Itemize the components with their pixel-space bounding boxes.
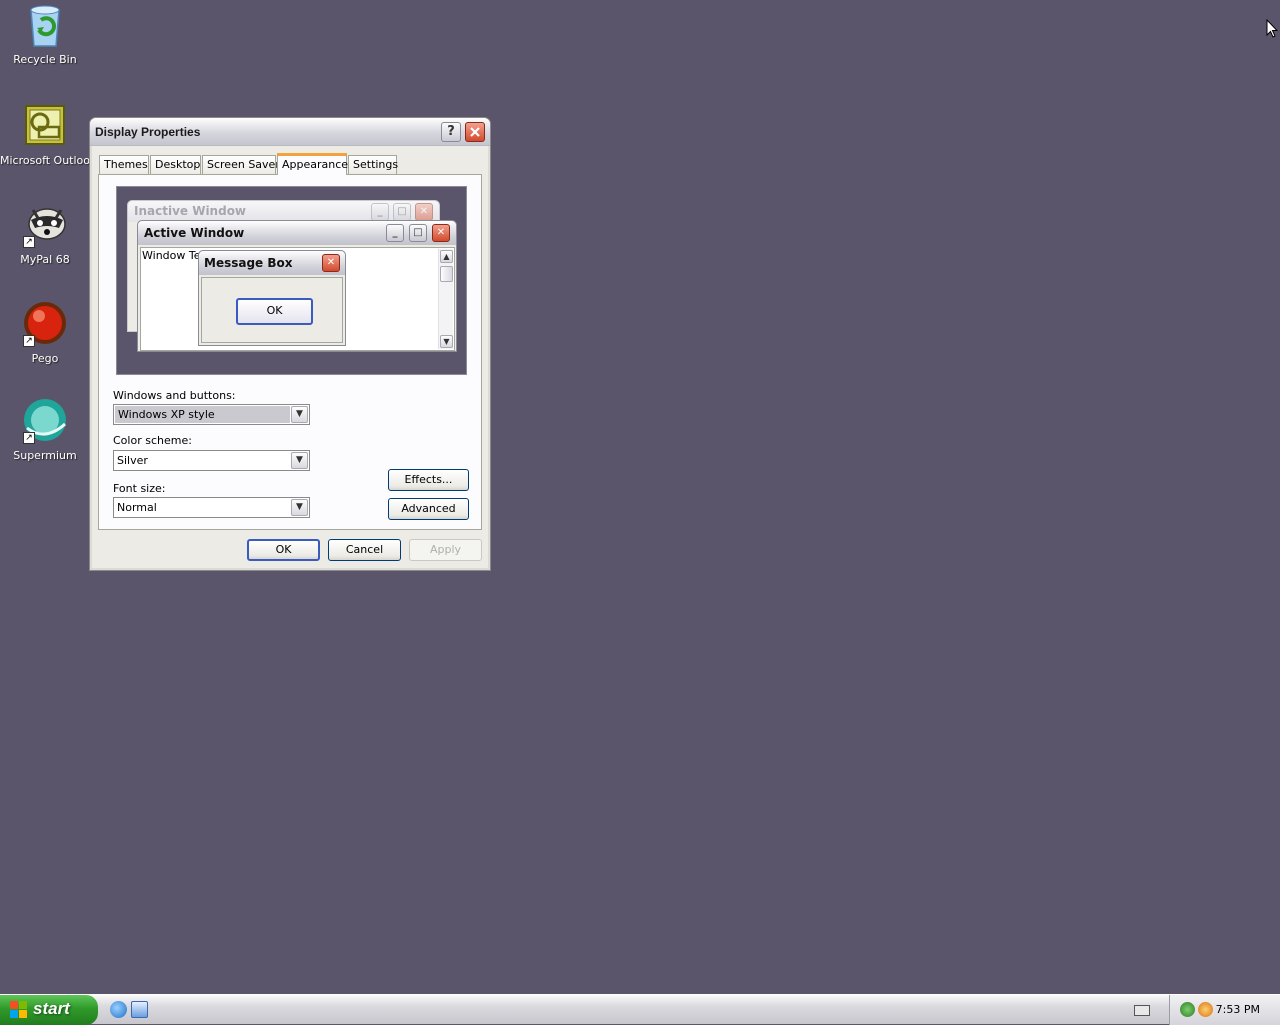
close-icon: ✕	[322, 254, 340, 272]
desktop-icon-label: Microsoft Outlook	[0, 154, 97, 167]
chevron-down-icon[interactable]: ▼	[291, 406, 308, 423]
shortcut-arrow-icon: ↗	[23, 236, 35, 248]
display-properties-window: Display Properties ? Themes Desktop Scre…	[89, 117, 491, 571]
minimize-icon: _	[386, 224, 404, 242]
scroll-up-icon: ▲	[440, 250, 453, 263]
ok-button[interactable]: OK	[247, 539, 320, 561]
appearance-panel: Inactive Window _ □ ✕ Active Window _ □ …	[98, 174, 482, 530]
preview-message-body: OK	[201, 277, 343, 343]
font-size-label: Font size:	[113, 482, 166, 495]
appearance-preview: Inactive Window _ □ ✕ Active Window _ □ …	[116, 186, 467, 375]
search-icon[interactable]	[1198, 1002, 1213, 1017]
tab-desktop[interactable]: Desktop	[150, 155, 201, 174]
close-icon	[470, 127, 480, 137]
preview-scrollbar: ▲ ▼	[438, 249, 453, 349]
color-scheme-select[interactable]: Silver ▼	[113, 450, 310, 471]
recycle-bin-icon	[21, 2, 69, 50]
desktop-icon-recycle-bin[interactable]: Recycle Bin	[0, 2, 90, 66]
help-button[interactable]: ?	[441, 122, 461, 142]
shortcut-arrow-icon: ↗	[23, 335, 35, 347]
window-title: Display Properties	[95, 125, 201, 139]
windows-buttons-label: Windows and buttons:	[113, 389, 236, 402]
desktop-icon-supermium[interactable]: ↗ Supermium	[0, 398, 90, 462]
windows-buttons-value: Windows XP style	[115, 406, 290, 423]
color-scheme-label: Color scheme:	[113, 434, 192, 447]
font-size-value: Normal	[117, 501, 157, 514]
taskbar: start 7:53 PM	[0, 994, 1280, 1025]
apply-button[interactable]: Apply	[409, 539, 482, 561]
clock[interactable]: 7:53 PM	[1216, 1003, 1260, 1016]
windows-buttons-select[interactable]: Windows XP style ▼	[113, 404, 310, 425]
show-desktop-icon[interactable]	[131, 1001, 148, 1018]
close-icon: ✕	[432, 224, 450, 242]
pego-icon: ↗	[21, 301, 69, 349]
tab-screen-saver[interactable]: Screen Saver	[202, 155, 280, 174]
color-scheme-value: Silver	[117, 454, 148, 467]
desktop-icon-label: Supermium	[13, 449, 77, 462]
network-icon[interactable]	[1180, 1002, 1195, 1017]
desktop-icon-pego[interactable]: ↗ Pego	[0, 301, 90, 365]
windows-logo-icon	[10, 1001, 27, 1018]
tab-settings[interactable]: Settings	[348, 155, 398, 174]
scroll-down-icon: ▼	[440, 335, 453, 348]
internet-explorer-icon[interactable]	[110, 1001, 127, 1018]
advanced-button[interactable]: Advanced	[388, 498, 469, 520]
effects-button[interactable]: Effects...	[388, 469, 469, 491]
maximize-icon: □	[409, 224, 427, 242]
preview-ok-button: OK	[236, 298, 313, 325]
supermium-icon: ↗	[21, 398, 69, 446]
font-size-select[interactable]: Normal ▼	[113, 497, 310, 518]
close-icon: ✕	[415, 203, 433, 221]
scroll-thumb	[440, 266, 453, 282]
desktop-icon-label: MyPal 68	[20, 253, 70, 266]
desktop-icon-microsoft-outlook[interactable]: Microsoft Outlook	[0, 103, 97, 167]
minimize-icon: _	[371, 203, 389, 221]
start-button[interactable]: start	[0, 995, 98, 1025]
mypal-icon: ↗	[21, 202, 69, 250]
mouse-cursor-icon	[1266, 19, 1278, 38]
close-button[interactable]	[465, 122, 485, 142]
tab-appearance[interactable]: Appearance	[277, 153, 348, 175]
preview-message-box: Message Box ✕ OK	[198, 250, 346, 346]
chevron-down-icon[interactable]: ▼	[291, 499, 308, 516]
start-label: start	[33, 999, 70, 1018]
tab-themes[interactable]: Themes	[99, 155, 149, 174]
chevron-down-icon[interactable]: ▼	[291, 452, 308, 469]
keyboard-icon[interactable]	[1134, 1005, 1150, 1016]
desktop-icon-label: Recycle Bin	[13, 53, 77, 66]
desktop-icon-mypal[interactable]: ↗ MyPal 68	[0, 202, 90, 266]
shortcut-arrow-icon: ↗	[23, 432, 35, 444]
outlook-icon	[21, 103, 69, 151]
title-bar[interactable]: Display Properties ?	[90, 118, 490, 146]
desktop-icon-label: Pego	[31, 352, 59, 365]
system-tray: 7:53 PM	[1169, 995, 1280, 1025]
cancel-button[interactable]: Cancel	[328, 539, 401, 561]
maximize-icon: □	[393, 203, 411, 221]
